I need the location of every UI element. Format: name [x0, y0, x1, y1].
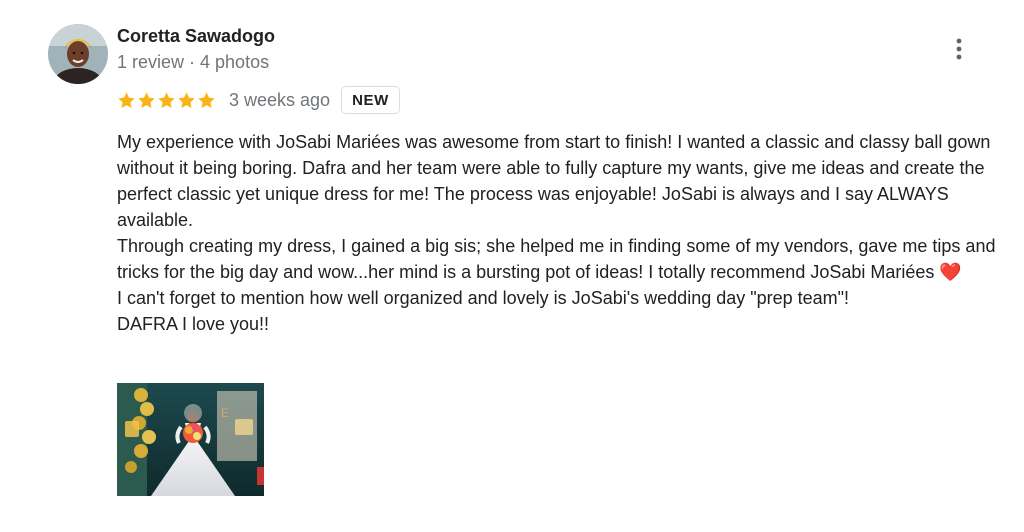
review-paragraph: Through creating my dress, I gained a bi… — [117, 233, 1012, 285]
wedding-dress-photo: E — [117, 383, 264, 496]
review-time: 3 weeks ago — [229, 89, 331, 110]
review-text: My experience with JoSabi Mariées was aw… — [117, 129, 1012, 337]
review-photo[interactable]: E — [117, 383, 264, 496]
review-paragraph-text: Through creating my dress, I gained a bi… — [117, 236, 996, 282]
avatar-image — [48, 24, 108, 84]
reviewer-name[interactable]: Coretta Sawadogo — [117, 24, 275, 48]
review-paragraph: DAFRA I love you!! — [117, 314, 270, 334]
star-icon — [138, 91, 155, 108]
star-icon — [178, 91, 195, 108]
more-vert-icon — [956, 38, 962, 60]
heart-emoji: ❤️ — [939, 262, 962, 282]
svg-text:E: E — [221, 406, 229, 420]
reviewer-avatar[interactable] — [48, 24, 108, 84]
review-paragraph: My experience with JoSabi Mariées was aw… — [117, 132, 991, 230]
review-paragraph: I can't forget to mention how well organ… — [117, 288, 850, 308]
star-rating — [117, 91, 216, 110]
more-options-button[interactable] — [944, 34, 974, 64]
rating-row: 3 weeks ago NEW — [117, 85, 400, 115]
star-icon — [118, 91, 135, 108]
new-badge: NEW — [341, 86, 400, 114]
reviewer-meta: 1 review · 4 photos — [117, 52, 270, 72]
star-icon — [198, 91, 215, 108]
star-icon — [158, 91, 175, 108]
